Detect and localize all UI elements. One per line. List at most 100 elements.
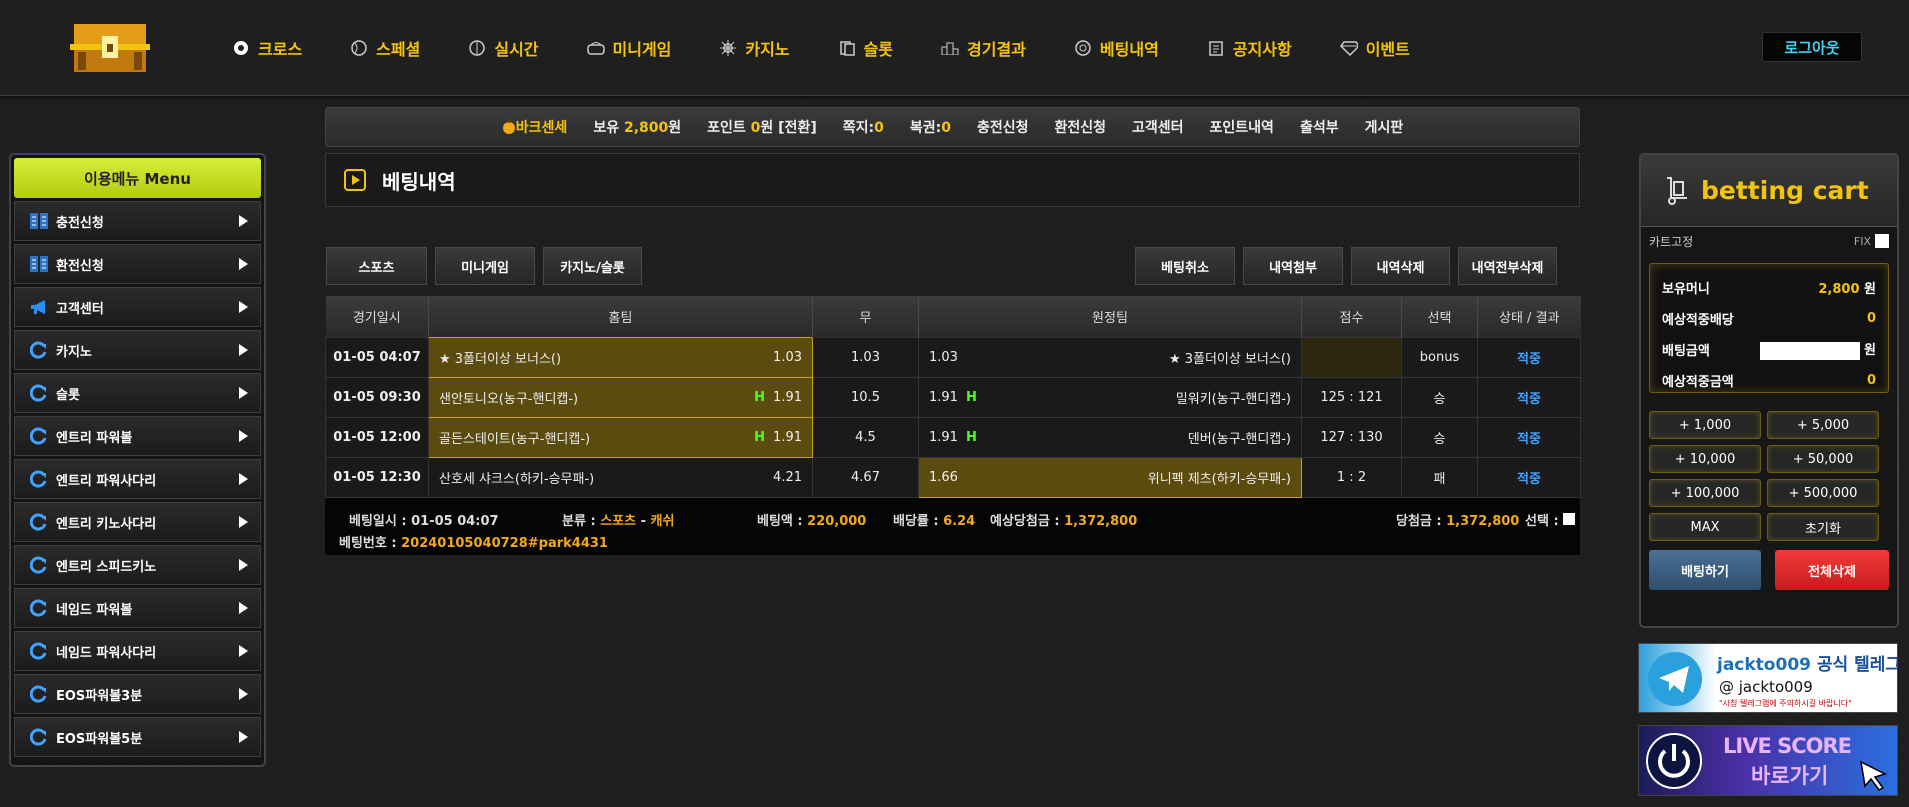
messages[interactable]: 쪽지:0 [843, 117, 884, 137]
telegram-handle: @ jackto009 [1719, 678, 1813, 696]
draw-odds: 10.5 [812, 376, 919, 418]
nav-live[interactable]: 실시간 [468, 36, 539, 60]
score [1301, 336, 1402, 378]
tab-minigame[interactable]: 미니게임 [435, 247, 535, 285]
tab-sports[interactable]: 스포츠 [326, 247, 427, 285]
sidebar-item-deposit[interactable]: 충전신청 [14, 201, 261, 241]
sidebar-item-entry-kenoladder[interactable]: 엔트리 키노사다리 [14, 502, 261, 542]
sidebar-item-named-powerladder[interactable]: 네임드 파워사다리 [14, 631, 261, 671]
bet-summary: 베팅일시 : 01-05 04:07 분류 : 스포츠 - 캐쉬 베팅액 : 2… [325, 497, 1580, 555]
nav-bet-history[interactable]: 베팅내역 [1074, 36, 1159, 60]
delete-all-history-button[interactable]: 내역전부삭제 [1458, 247, 1557, 285]
status-badge: 적중 [1477, 416, 1581, 458]
arrow-right-icon [239, 559, 248, 571]
chip-1000-button[interactable]: + 1,000 [1649, 411, 1761, 439]
sidebar-item-eos-3min[interactable]: EOS파워볼3분 [14, 674, 261, 714]
chip-reset-button[interactable]: 초기화 [1767, 513, 1879, 541]
username[interactable]: 바크센세 [502, 117, 567, 137]
live-score-banner[interactable]: LIVE SCORE 바로가기 [1638, 725, 1898, 796]
refresh-icon [29, 555, 49, 575]
nav-event[interactable]: 이벤트 [1339, 36, 1410, 60]
chip-max-button[interactable]: MAX [1649, 513, 1761, 541]
away-team: ★ 3폴더이상 보너스() [1168, 351, 1291, 367]
cart-exp-win-row: 예상적중금액 0 [1662, 365, 1876, 396]
status-badge: 적중 [1477, 376, 1581, 418]
cards-icon [838, 39, 856, 57]
tab-casino-slot[interactable]: 카지노/슬롯 [543, 247, 642, 285]
coupons[interactable]: 복권:0 [910, 117, 951, 137]
bet-rate: 배당률 : 6.24 [893, 510, 975, 529]
link-attendance[interactable]: 출석부 [1300, 117, 1339, 137]
arrow-right-icon [239, 430, 248, 442]
nav-special[interactable]: 스페셜 [350, 36, 420, 60]
refresh-icon [29, 426, 49, 446]
select-checkbox[interactable] [1562, 513, 1575, 525]
chip-500000-button[interactable]: + 500,000 [1767, 479, 1879, 507]
point-value: 0 [750, 120, 761, 136]
away-odds: 1.91 [929, 429, 958, 445]
clear-all-button[interactable]: 전체삭제 [1775, 550, 1889, 590]
nav-minigame[interactable]: 미니게임 [586, 36, 671, 60]
nav-casino[interactable]: 카지노 [719, 36, 790, 60]
bet-no-value: 20240105040728#park4431 [401, 535, 608, 551]
sidebar-item-withdraw[interactable]: 환전신청 [14, 244, 261, 284]
point-label: 포인트 [707, 120, 746, 136]
away-team-cell: 1.03 ★ 3폴더이상 보너스() [918, 336, 1302, 378]
point-unit: 원 [전환] [760, 120, 817, 136]
link-board[interactable]: 게시판 [1365, 117, 1404, 137]
nav-results[interactable]: 경기결과 [941, 36, 1026, 60]
chip-5000-button[interactable]: + 5,000 [1767, 411, 1879, 439]
place-bet-button[interactable]: 배팅하기 [1649, 550, 1761, 590]
sidebar-item-entry-speedkeno[interactable]: 엔트리 스피드키노 [14, 545, 261, 585]
logout-button[interactable]: 로그아웃 [1762, 32, 1862, 62]
nav-label: 슬롯 [863, 40, 894, 59]
exp-rate-value: 0 [1866, 311, 1876, 326]
chip-10000-button[interactable]: + 10,000 [1649, 445, 1761, 473]
telegram-banner[interactable]: jackto009 공식 텔레그램 @ jackto009 "사칭 텔레그램에 … [1638, 643, 1898, 713]
sidebar-item-named-powerball[interactable]: 네임드 파워볼 [14, 588, 261, 628]
match-date: 01-05 09:30 [325, 376, 429, 418]
fix-text: FIX [1853, 234, 1871, 248]
sidebar-item-label: EOS파워볼3분 [56, 688, 143, 704]
home-team: 골든스테이트(농구-핸디캡-) [439, 431, 591, 447]
expected-value: 1,372,800 [1064, 513, 1138, 529]
link-point-history[interactable]: 포인트내역 [1210, 117, 1274, 137]
page-title-bar: 베팅내역 [325, 153, 1580, 207]
nav-cross[interactable]: 크로스 [232, 36, 302, 60]
history-tabs: 스포츠 미니게임 카지노/슬롯 [326, 247, 650, 285]
chip-100000-button[interactable]: + 100,000 [1649, 479, 1761, 507]
pick: 승 [1401, 416, 1478, 458]
chip-50000-button[interactable]: + 50,000 [1767, 445, 1879, 473]
link-withdraw[interactable]: 환전신청 [1054, 117, 1106, 137]
arrow-right-icon [239, 387, 248, 399]
sidebar-item-eos-5min[interactable]: EOS파워볼5분 [14, 717, 261, 757]
sidebar-item-casino[interactable]: 카지노 [14, 330, 261, 370]
points[interactable]: 포인트 0원 [전환] [707, 117, 817, 137]
cart-actions: 배팅하기 전체삭제 [1649, 550, 1889, 590]
nav-slot[interactable]: 슬롯 [838, 36, 893, 60]
cart-fix-toggle[interactable]: FIX [1854, 234, 1889, 248]
rate-label: 배당률 : [893, 513, 939, 529]
treasure-chest-logo[interactable] [70, 18, 150, 74]
bet-category: 분류 : 스포츠 - 캐쉬 [562, 510, 674, 529]
sidebar-item-entry-powerball[interactable]: 엔트리 파워볼 [14, 416, 261, 456]
draw-odds: 4.67 [812, 456, 919, 498]
nav-notice[interactable]: 공지사항 [1207, 36, 1292, 60]
bet-amount-input[interactable] [1760, 341, 1861, 360]
link-deposit[interactable]: 충전신청 [977, 117, 1029, 137]
cart-fix-label: 카트고정 [1649, 234, 1694, 249]
sidebar-item-slot[interactable]: 슬롯 [14, 373, 261, 413]
sidebar-item-support[interactable]: 고객센터 [14, 287, 261, 327]
nav-label: 베팅내역 [1099, 40, 1159, 59]
sidebar-item-entry-powerladder[interactable]: 엔트리 파워사다리 [14, 459, 261, 499]
podium-icon [941, 39, 959, 57]
attach-history-button[interactable]: 내역첨부 [1243, 247, 1343, 285]
fix-checkbox[interactable] [1875, 234, 1889, 248]
power-icon [1646, 733, 1702, 789]
apple-icon [502, 118, 515, 134]
cancel-bet-button[interactable]: 베팅취소 [1135, 247, 1235, 285]
delete-history-button[interactable]: 내역삭제 [1351, 247, 1450, 285]
select-summary: 선택 : [1525, 510, 1575, 529]
link-support[interactable]: 고객센터 [1132, 117, 1184, 137]
status-badge: 적중 [1477, 336, 1581, 378]
